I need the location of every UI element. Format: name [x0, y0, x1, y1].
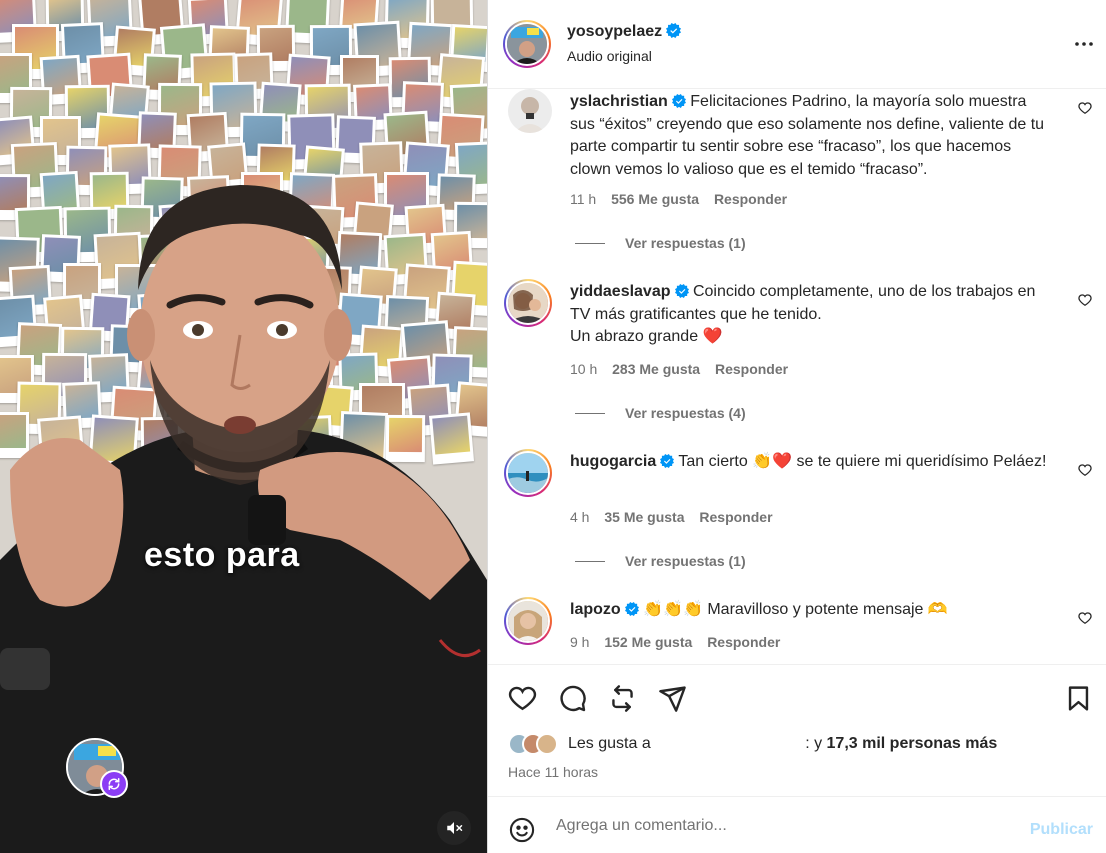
repost-button[interactable]: [608, 684, 637, 718]
comment-bubble-icon: [560, 685, 586, 712]
repost-icon: [612, 685, 633, 712]
reply-button[interactable]: Responder: [699, 509, 772, 525]
publish-button[interactable]: Publicar: [1030, 821, 1093, 839]
post-timestamp[interactable]: Hace 11 horas: [508, 764, 598, 780]
author-avatar[interactable]: [503, 20, 551, 68]
comment-likes[interactable]: 35 Me gusta: [604, 509, 684, 525]
comment-likes[interactable]: 152 Me gusta: [604, 634, 692, 650]
commenter-avatar[interactable]: [508, 89, 552, 133]
like-button[interactable]: [508, 684, 537, 718]
comment-meta: 10 h 283 Me gusta Responder: [570, 361, 799, 377]
comment-text: Tan cierto 👏❤️ se te quiere mi queridísi…: [678, 453, 1047, 470]
comment-like-button[interactable]: [1078, 611, 1092, 630]
comment-username[interactable]: hugogarcia: [570, 453, 656, 470]
add-comment-bar: Publicar: [488, 796, 1106, 853]
comment-input[interactable]: [556, 811, 996, 841]
comment-time[interactable]: 10 h: [570, 361, 597, 377]
post-panel: yosoypelaez Audio original yslachristian…: [488, 0, 1106, 853]
video-person: [0, 185, 487, 853]
more-options-button[interactable]: [1072, 32, 1096, 61]
comment-likes[interactable]: 283 Me gusta: [612, 361, 700, 377]
comment-button[interactable]: [558, 684, 587, 718]
view-replies-button[interactable]: Ver respuestas (1): [575, 553, 746, 569]
heart-outline-icon: [1078, 464, 1092, 477]
view-replies-label: Ver respuestas (4): [625, 405, 746, 421]
audio-source-label[interactable]: Audio original: [567, 48, 652, 64]
liker-avatar[interactable]: [536, 733, 558, 755]
comment-likes[interactable]: 556 Me gusta: [611, 191, 699, 207]
comment-like-button[interactable]: [1078, 101, 1092, 120]
mute-toggle-button[interactable]: [437, 811, 471, 845]
verified-badge-icon: [666, 23, 682, 38]
post-header: yosoypelaez Audio original: [488, 0, 1106, 89]
post-actions: Les gusta a : y 17,3 mil personas más Ha…: [488, 664, 1106, 796]
commenter-avatar[interactable]: [504, 597, 552, 645]
author-username[interactable]: yosoypelaez: [567, 23, 662, 40]
likes-count[interactable]: 17,3 mil personas más: [827, 735, 998, 752]
view-replies-button[interactable]: Ver respuestas (4): [575, 405, 746, 421]
verified-badge-icon: [671, 94, 686, 108]
commenter-avatar[interactable]: [504, 279, 552, 327]
comment-time[interactable]: 9 h: [570, 634, 589, 650]
verified-badge-icon: [660, 454, 675, 468]
comment-meta: 4 h 35 Me gusta Responder: [570, 509, 784, 525]
likes-summary: Les gusta a : y 17,3 mil personas más: [508, 733, 997, 755]
reply-button[interactable]: Responder: [714, 191, 787, 207]
likes-prefix: Les gusta a: [568, 735, 651, 752]
share-button[interactable]: [658, 684, 687, 718]
reel-video[interactable]: esto para: [0, 0, 487, 853]
comment-text-line2: Un abrazo grande ❤️: [570, 328, 723, 345]
heart-outline-icon: [1078, 294, 1092, 307]
comment-username[interactable]: yiddaeslavap: [570, 283, 671, 300]
comment-like-button[interactable]: [1078, 293, 1092, 312]
more-horizontal-icon: [1075, 42, 1093, 46]
heart-outline-icon: [1078, 612, 1092, 625]
paper-plane-icon: [659, 686, 686, 712]
bookmark-icon: [1068, 686, 1089, 711]
comment-like-button[interactable]: [1078, 463, 1092, 482]
likes-joiner: : y: [805, 735, 827, 752]
commenter-avatar[interactable]: [504, 449, 552, 497]
remix-source-badge[interactable]: [66, 738, 128, 800]
comments-list[interactable]: yslachristian Felicitaciones Padrino, la…: [488, 89, 1106, 665]
comment-time[interactable]: 11 h: [570, 191, 596, 207]
reply-button[interactable]: Responder: [715, 361, 788, 377]
view-replies-label: Ver respuestas (1): [625, 553, 746, 569]
heart-icon: [508, 686, 537, 711]
verified-badge-icon: [674, 284, 689, 298]
comment-meta: 11 h 556 Me gusta Responder: [570, 191, 798, 207]
comment-username[interactable]: yslachristian: [570, 93, 668, 110]
remix-icon: [100, 770, 128, 798]
verified-badge-icon: [624, 602, 639, 616]
view-replies-button[interactable]: Ver respuestas (1): [575, 235, 746, 251]
comment-username[interactable]: lapozo: [570, 601, 621, 618]
comment-text: 👏👏👏 Maravilloso y potente mensaje 🫶: [643, 601, 948, 618]
heart-outline-icon: [1078, 102, 1092, 115]
comment-meta: 9 h 152 Me gusta Responder: [570, 634, 791, 650]
view-replies-label: Ver respuestas (1): [625, 235, 746, 251]
save-button[interactable]: [1064, 684, 1093, 718]
smiley-icon: [509, 817, 535, 843]
reply-button[interactable]: Responder: [707, 634, 780, 650]
muted-speaker-icon: [447, 822, 463, 834]
video-caption: esto para: [144, 536, 300, 574]
emoji-picker-button[interactable]: [508, 816, 536, 849]
comment-time[interactable]: 4 h: [570, 509, 589, 525]
